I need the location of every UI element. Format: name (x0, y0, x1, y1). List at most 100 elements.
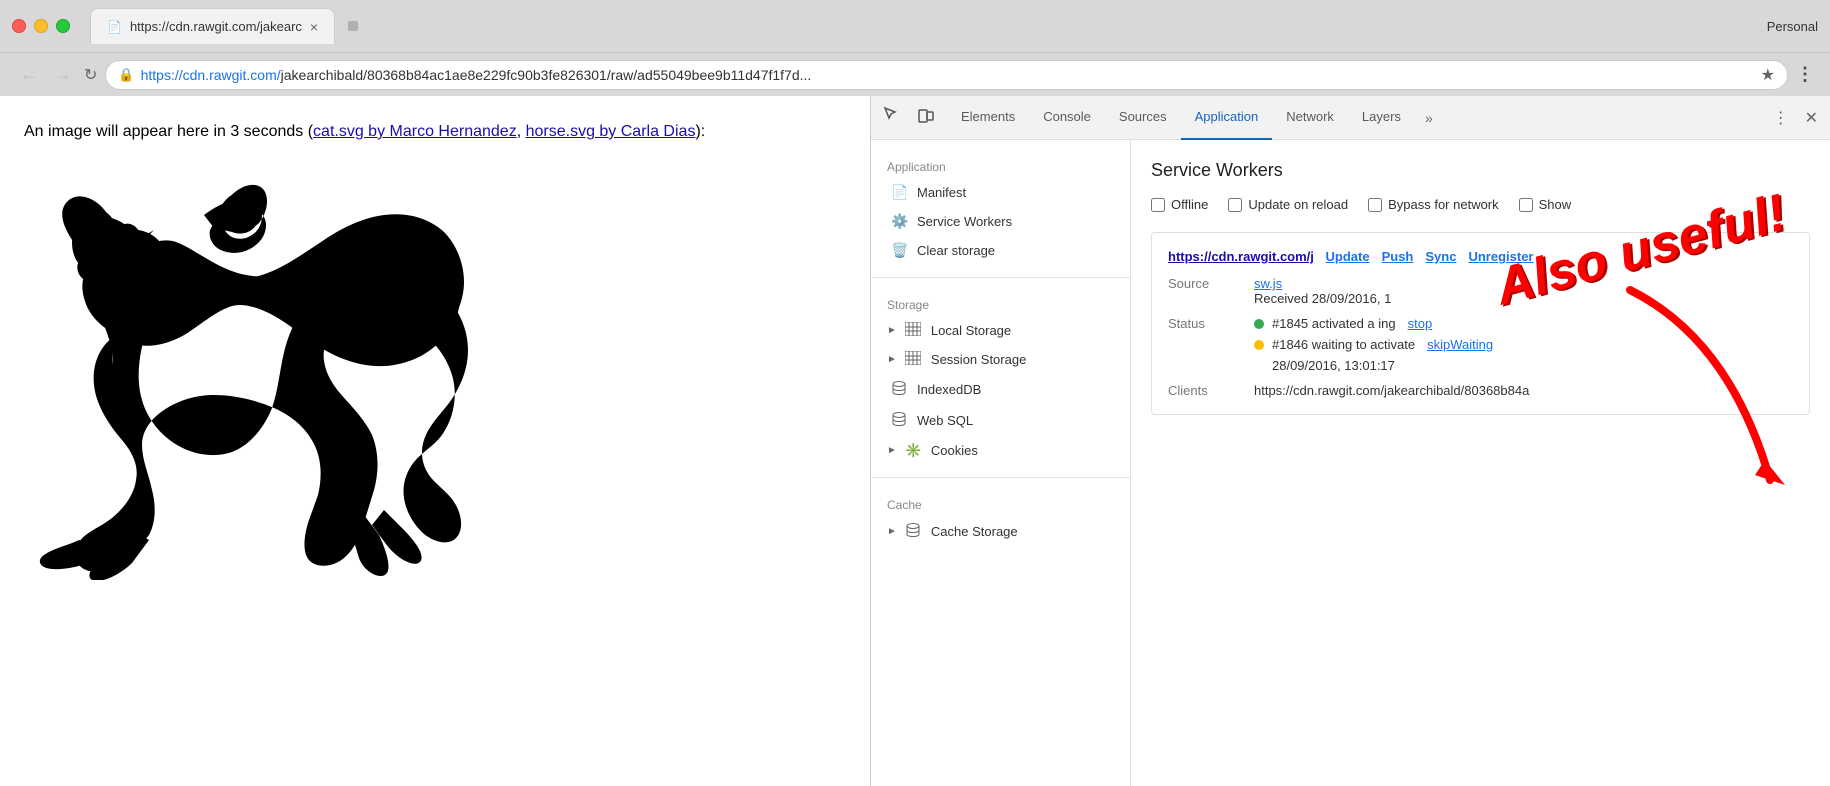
horse-link[interactable]: horse.svg by Carla Dias (526, 123, 696, 140)
tab-network[interactable]: Network (1272, 96, 1348, 140)
storage-section: Storage ► (871, 290, 1130, 465)
browser-tab[interactable]: 📄 https://cdn.rawgit.com/jakearc × (90, 8, 335, 44)
sw-push-link[interactable]: Push (1382, 249, 1414, 264)
update-on-reload-label: Update on reload (1248, 197, 1348, 212)
offline-label: Offline (1171, 197, 1208, 212)
bypass-network-label: Bypass for network (1388, 197, 1499, 212)
sw-received-text: Received 28/09/2016, 1 (1254, 291, 1391, 306)
close-window-button[interactable] (12, 19, 26, 33)
application-section: Application 📄 Manifest ⚙️ Service Worker… (871, 152, 1130, 265)
indexeddb-label: IndexedDB (917, 382, 981, 397)
tab-application[interactable]: Application (1181, 96, 1273, 140)
devtools-header: Elements Console Sources Application Net… (871, 96, 1830, 140)
service-workers-title: Service Workers (1151, 160, 1810, 181)
back-button[interactable]: ← (16, 60, 42, 89)
sw-clients-value: https://cdn.rawgit.com/jakearchibald/803… (1254, 383, 1529, 398)
sw-unregister-link[interactable]: Unregister (1468, 249, 1533, 264)
bookmark-button[interactable]: ★ (1761, 65, 1775, 85)
devtools-menu-button[interactable]: ⋮ (1769, 104, 1793, 132)
more-tabs-button[interactable]: » (1415, 110, 1443, 126)
address-bar: ← → ↻ 🔒 https://cdn.rawgit.com/jakearchi… (0, 52, 1830, 96)
sw-status-label: Status (1168, 316, 1238, 331)
sw-clients-label: Clients (1168, 383, 1238, 398)
title-bar: 📄 https://cdn.rawgit.com/jakearc × Perso… (0, 0, 1830, 52)
sw-source-link[interactable]: sw.js (1254, 276, 1282, 291)
show-option[interactable]: Show (1519, 197, 1572, 212)
sw-status-item-2: #1846 waiting to activate skipWaiting (1254, 337, 1493, 352)
cookies-label: Cookies (931, 443, 978, 458)
service-workers-icon: ⚙️ (891, 213, 909, 230)
sw-status-text-1: #1845 activated a ing (1272, 316, 1396, 331)
new-tab-button[interactable] (335, 8, 371, 44)
session-storage-icon (905, 351, 923, 368)
sw-url-row: https://cdn.rawgit.com/j Update Push Syn… (1168, 249, 1793, 264)
clear-storage-label: Clear storage (917, 243, 995, 258)
show-checkbox[interactable] (1519, 198, 1533, 212)
sidebar-item-clear-storage[interactable]: 🗑️ Clear storage (871, 236, 1130, 265)
url-bar[interactable]: 🔒 https://cdn.rawgit.com/jakearchibald/8… (105, 60, 1788, 90)
tab-close-button[interactable]: × (310, 19, 318, 35)
update-on-reload-checkbox[interactable] (1228, 198, 1242, 212)
cookies-arrow: ► (887, 445, 897, 456)
sw-stop-link[interactable]: stop (1408, 316, 1433, 331)
session-storage-label: Session Storage (931, 352, 1026, 367)
cache-storage-icon (905, 522, 923, 541)
browser-menu-button[interactable]: ⋮ (1796, 64, 1814, 85)
cookies-icon: ✳️ (905, 442, 923, 459)
local-storage-arrow: ► (887, 325, 897, 336)
bypass-network-option[interactable]: Bypass for network (1368, 197, 1499, 212)
lock-icon: 🔒 (118, 67, 134, 83)
manifest-label: Manifest (917, 185, 966, 200)
sidebar-item-cache-storage[interactable]: ► Cache Storage (871, 516, 1130, 547)
sw-update-link[interactable]: Update (1326, 249, 1370, 264)
sidebar-item-cookies[interactable]: ► ✳️ Cookies (871, 436, 1130, 465)
sidebar-item-service-workers[interactable]: ⚙️ Service Workers (871, 207, 1130, 236)
tab-console[interactable]: Console (1029, 96, 1105, 140)
cat-link[interactable]: cat.svg by Marco Hernandez (313, 123, 517, 140)
sw-url-link[interactable]: https://cdn.rawgit.com/j (1168, 249, 1314, 264)
sw-source-row: Source sw.js Received 28/09/2016, 1 (1168, 276, 1793, 306)
device-toolbar-button[interactable] (913, 102, 939, 133)
sw-url-text: https://cdn.rawgit.com/j Update Push Syn… (1168, 249, 1534, 264)
update-on-reload-option[interactable]: Update on reload (1228, 197, 1348, 212)
maximize-window-button[interactable] (56, 19, 70, 33)
bypass-network-checkbox[interactable] (1368, 198, 1382, 212)
sidebar-item-manifest[interactable]: 📄 Manifest (871, 178, 1130, 207)
cat-image (24, 160, 846, 585)
sw-skip-waiting-link[interactable]: skipWaiting (1427, 337, 1493, 352)
tab-layers[interactable]: Layers (1348, 96, 1415, 140)
devtools-tabs: Elements Console Sources Application Net… (947, 96, 1769, 140)
sidebar-item-web-sql[interactable]: Web SQL (871, 405, 1130, 436)
minimize-window-button[interactable] (34, 19, 48, 33)
web-sql-icon (891, 411, 909, 430)
sidebar-item-session-storage[interactable]: ► Sessio (871, 345, 1130, 374)
cache-storage-label: Cache Storage (931, 524, 1018, 539)
session-storage-arrow: ► (887, 354, 897, 365)
offline-option[interactable]: Offline (1151, 197, 1208, 212)
content-area: An image will appear here in 3 seconds (… (0, 96, 1830, 786)
local-storage-label: Local Storage (931, 323, 1011, 338)
devtools-sidebar: Application 📄 Manifest ⚙️ Service Worker… (871, 140, 1131, 786)
sw-sync-link[interactable]: Sync (1425, 249, 1456, 264)
indexeddb-icon (891, 380, 909, 399)
profile-label: Personal (1767, 19, 1818, 34)
refresh-button[interactable]: ↻ (84, 65, 97, 85)
devtools-close-button[interactable]: ✕ (1801, 104, 1822, 132)
tab-sources[interactable]: Sources (1105, 96, 1181, 140)
forward-button[interactable]: → (50, 60, 76, 89)
storage-section-heading: Storage (871, 290, 1130, 316)
sidebar-item-local-storage[interactable]: ► Local (871, 316, 1130, 345)
browser-window: 📄 https://cdn.rawgit.com/jakearc × Perso… (0, 0, 1830, 786)
service-workers-label: Service Workers (917, 214, 1012, 229)
tab-elements[interactable]: Elements (947, 96, 1029, 140)
sw-status-dot-green (1254, 319, 1264, 329)
sidebar-divider (871, 277, 1130, 278)
sw-status-dot-orange (1254, 340, 1264, 350)
url-text: https://cdn.rawgit.com/jakearchibald/803… (141, 67, 1755, 83)
sidebar-item-indexeddb[interactable]: IndexedDB (871, 374, 1130, 405)
offline-checkbox[interactable] (1151, 198, 1165, 212)
sw-source-label: Source (1168, 276, 1238, 291)
cache-section-heading: Cache (871, 490, 1130, 516)
sw-action-links: Update Push Sync Unregister (1326, 249, 1534, 264)
inspect-element-button[interactable] (879, 102, 905, 133)
